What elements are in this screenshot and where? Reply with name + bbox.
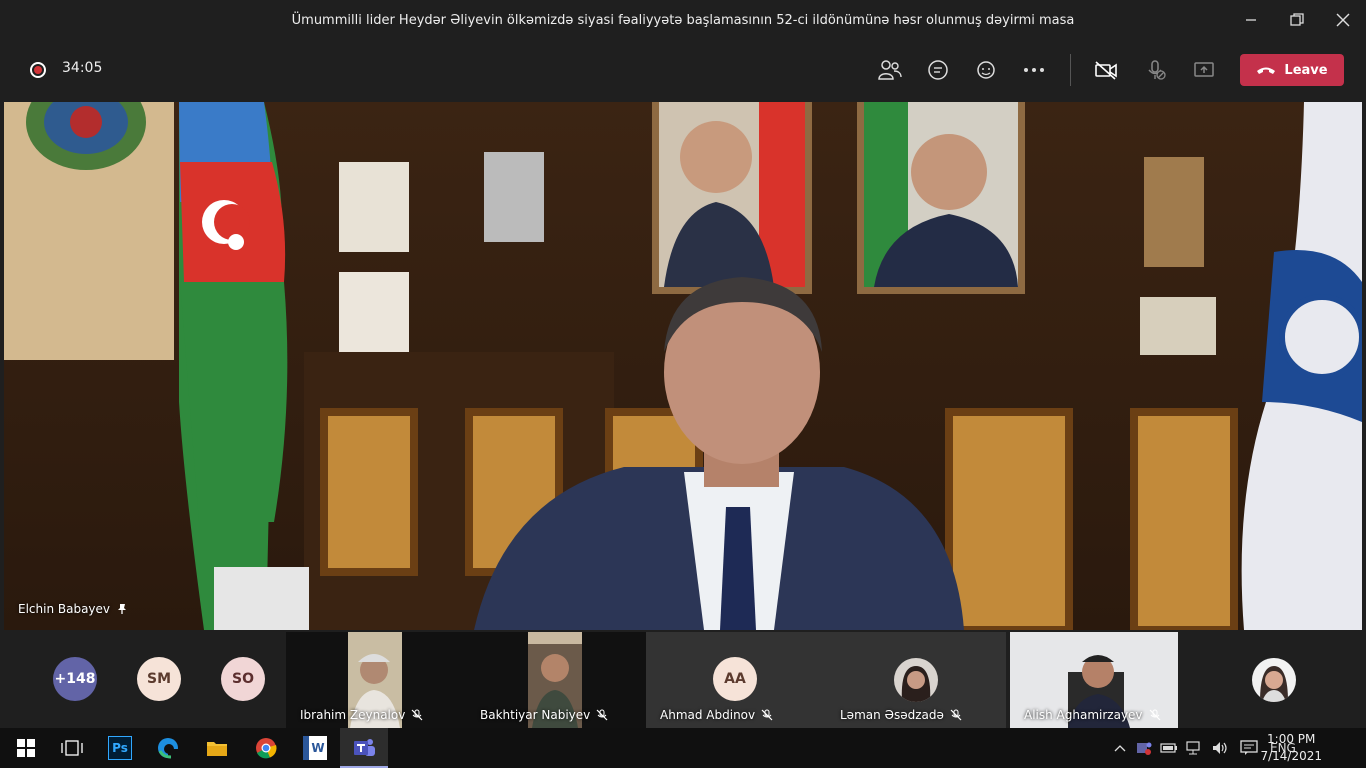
more-actions-button[interactable] [1020, 56, 1048, 84]
participants-button[interactable] [876, 56, 904, 84]
main-video-feed[interactable]: Elchin Babayev [4, 102, 1362, 630]
mic-muted-icon [1149, 709, 1160, 721]
chrome-app[interactable] [254, 736, 278, 760]
photoshop-app[interactable]: Ps [108, 736, 132, 760]
chat-icon [928, 60, 948, 80]
participant-tile[interactable] [1186, 632, 1366, 728]
participant-name-label: Ibrahim Zeynalov [300, 708, 423, 722]
teams-app-active[interactable] [340, 728, 388, 768]
participant-gallery: +148 SM SO Ibrahim Zeynalov Bakhtiyar Na… [0, 632, 1366, 728]
speaker-name: Elchin Babayev [18, 602, 111, 616]
mic-muted-icon [950, 709, 962, 721]
restore-icon [1290, 13, 1304, 26]
mic-muted-icon [761, 709, 773, 721]
participant-name-label: Alish Aghamirzayev [1024, 708, 1161, 722]
participant-name: Ibrahim Zeynalov [300, 708, 406, 722]
camera-off-icon [1095, 61, 1117, 80]
close-button[interactable] [1320, 0, 1366, 40]
people-icon [878, 60, 902, 80]
speaker-name-label: Elchin Babayev [18, 602, 128, 616]
start-button[interactable] [14, 736, 38, 760]
battery-icon[interactable] [1160, 742, 1178, 754]
edge-icon [158, 738, 179, 759]
mic-muted-icon [596, 709, 608, 721]
pin-icon [118, 604, 127, 614]
leave-button[interactable]: Leave [1240, 54, 1344, 86]
windows-logo-icon [17, 739, 35, 757]
meeting-toolbar: 34:05 Leave [0, 40, 1366, 100]
clock-date: 7/14/2021 [1260, 749, 1322, 763]
chat-button[interactable] [924, 56, 952, 84]
share-screen-icon [1194, 62, 1214, 77]
participant-name-label: Ahmad Abdinov [660, 708, 773, 722]
participant-name-label: Bakhtiyar Nabiyev [480, 708, 608, 722]
task-view-button[interactable] [60, 736, 84, 760]
title-bar: Ümummilli lider Heydər Əliyevin ölkəmizd… [0, 0, 1366, 40]
participant-tile[interactable]: AA Ahmad Abdinov [646, 632, 826, 728]
notification-icon[interactable] [1240, 740, 1258, 756]
participant-name-label: Ləman Əsədzadə [840, 708, 962, 722]
main-video-image [4, 102, 1362, 630]
participant-photo-avatar [894, 658, 938, 702]
network-icon[interactable] [1186, 741, 1204, 755]
raise-hand-icon [977, 61, 995, 79]
hang-up-icon [1257, 67, 1276, 74]
word-app[interactable]: W [303, 736, 327, 760]
chrome-icon [256, 738, 277, 759]
participant-name: Bakhtiyar Nabiyev [480, 708, 591, 722]
participant-tile[interactable]: Alish Aghamirzayev [1010, 632, 1178, 728]
teams-tray-icon[interactable] [1136, 740, 1152, 756]
participant-avatar-aa: AA [713, 657, 757, 701]
close-icon [1336, 13, 1350, 27]
file-explorer-app[interactable] [205, 736, 229, 760]
participant-name: Ahmad Abdinov [660, 708, 756, 722]
teams-icon [354, 739, 375, 756]
leave-label: Leave [1284, 62, 1328, 78]
window-title: Ümummilli lider Heydər Əliyevin ölkəmizd… [291, 12, 1075, 28]
windows-taskbar: Ps W ENG 1:00 PM 7/14/2021 [0, 728, 1366, 768]
share-screen-button[interactable] [1190, 56, 1218, 84]
overflow-participants-button[interactable]: +148 [53, 657, 97, 701]
volume-icon[interactable] [1212, 741, 1230, 755]
task-view-icon [61, 740, 83, 756]
chevron-up-icon[interactable] [1114, 743, 1126, 753]
meeting-timer: 34:05 [62, 60, 103, 76]
recording-icon [30, 62, 46, 78]
more-icon [1024, 68, 1044, 72]
participant-name: Ləman Əsədzadə [840, 708, 944, 722]
minimize-button[interactable] [1228, 0, 1274, 40]
mic-off-icon [1148, 60, 1166, 80]
reactions-button[interactable] [972, 56, 1000, 84]
mic-toggle-button[interactable] [1142, 56, 1170, 84]
participant-photo-avatar [1252, 658, 1296, 702]
participant-tile[interactable]: Ibrahim Zeynalov [286, 632, 466, 728]
camera-toggle-button[interactable] [1092, 56, 1120, 84]
participant-tile[interactable]: Ləman Əsədzadə [826, 632, 1006, 728]
edge-app[interactable] [156, 736, 180, 760]
clock-time: 1:00 PM [1267, 732, 1316, 746]
system-clock[interactable]: 1:00 PM 7/14/2021 [1260, 731, 1322, 765]
participant-avatar-so[interactable]: SO [221, 657, 265, 701]
participant-tile[interactable]: Bakhtiyar Nabiyev [466, 632, 646, 728]
folder-icon [207, 742, 227, 756]
participant-avatar-sm[interactable]: SM [137, 657, 181, 701]
participant-name: Alish Aghamirzayev [1024, 708, 1143, 722]
mic-muted-icon [411, 709, 423, 721]
window-controls [1228, 0, 1366, 40]
toolbar-divider [1070, 54, 1071, 86]
restore-button[interactable] [1274, 0, 1320, 40]
minimize-icon [1246, 19, 1256, 21]
